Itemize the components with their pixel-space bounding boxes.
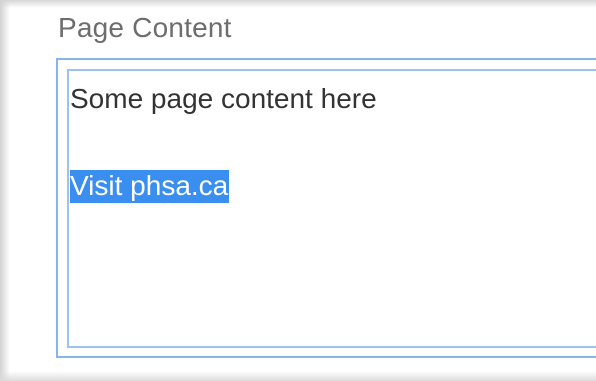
selected-text[interactable]: Visit phsa.ca — [70, 170, 230, 203]
content-line-link[interactable]: Visit phsa.ca — [70, 170, 230, 203]
shadow-top — [0, 0, 596, 8]
page-content-label: Page Content — [58, 12, 232, 43]
page-content-editor[interactable]: Some page content here Visit phsa.ca — [56, 58, 596, 358]
screenshot-frame: Page Content Some page content here Visi… — [0, 0, 596, 381]
page-content-textarea[interactable]: Some page content here Visit phsa.ca — [67, 69, 596, 348]
shadow-left — [0, 0, 10, 381]
content-line-text[interactable]: Some page content here — [70, 83, 377, 115]
shadow-bottom — [0, 371, 596, 381]
